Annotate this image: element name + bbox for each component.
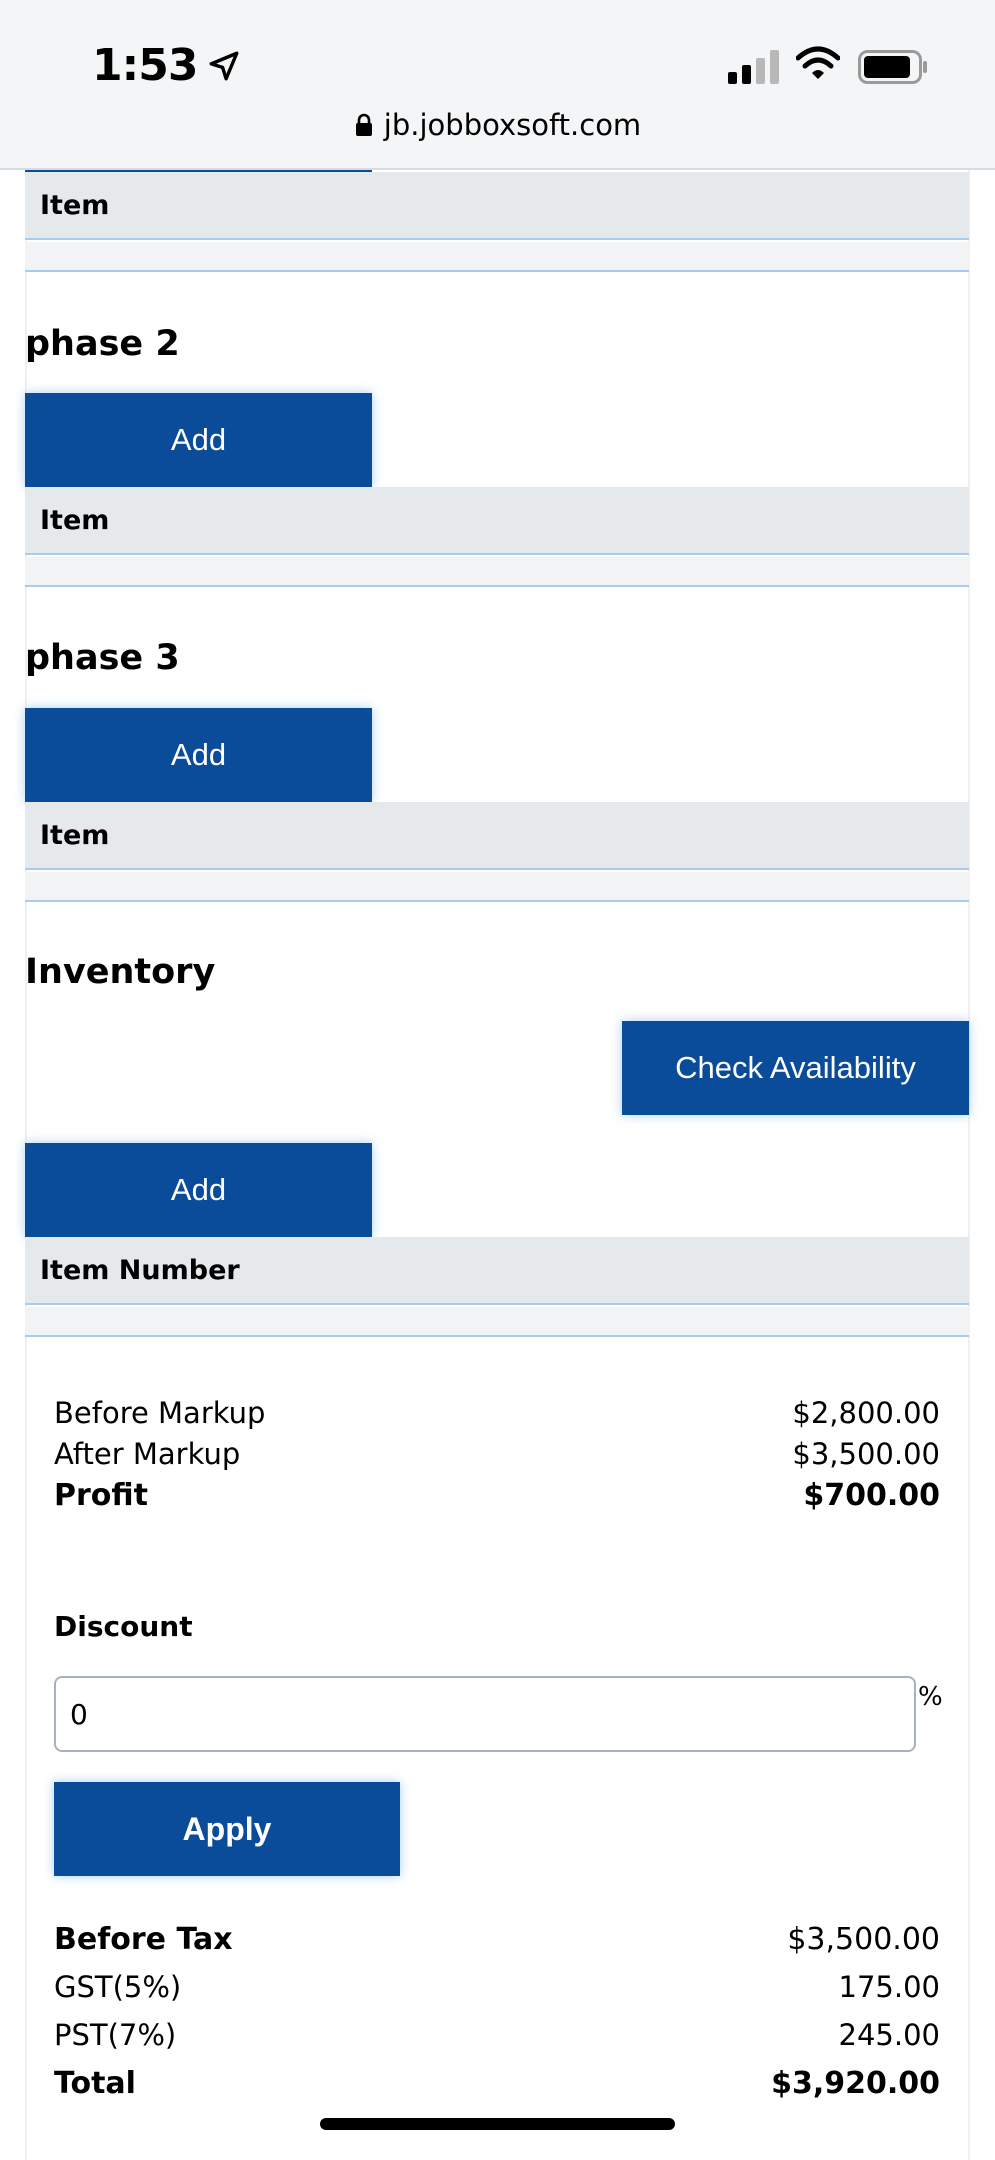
after-markup-value: $3,500.00: [792, 1437, 940, 1471]
after-markup-label: After Markup: [54, 1437, 241, 1471]
phase2-empty-row: [25, 557, 969, 587]
phase2-add-button[interactable]: Add: [25, 393, 372, 487]
phase1-column-header: Item: [25, 172, 969, 240]
address-bar[interactable]: jb.jobboxsoft.com: [0, 108, 995, 142]
clock: 1:53: [92, 40, 241, 91]
before-tax-row: Before Tax $3,500.00: [54, 1922, 940, 1957]
phase3-add-button[interactable]: Add: [25, 708, 372, 802]
pst-row: PST(7%) 245.00: [54, 2018, 940, 2052]
right-border: [968, 170, 970, 2160]
before-markup-row: Before Markup $2,800.00: [54, 1396, 940, 1430]
phase2-column-header: Item: [25, 487, 969, 555]
total-value: $3,920.00: [771, 2066, 940, 2101]
inventory-title: Inventory: [25, 952, 216, 992]
phase2-title: phase 2: [25, 324, 180, 364]
phase3-empty-row: [25, 872, 969, 902]
apply-button[interactable]: Apply: [54, 1782, 400, 1876]
total-label: Total: [54, 2066, 136, 2101]
profit-label: Profit: [54, 1478, 148, 1513]
discount-input[interactable]: [54, 1676, 916, 1752]
before-tax-value: $3,500.00: [787, 1922, 940, 1957]
page-content: Item phase 2 Add Item phase 3 Add Item I…: [0, 0, 995, 2160]
url-text: jb.jobboxsoft.com: [383, 108, 642, 142]
phase1-empty-row: [25, 242, 969, 272]
profit-row: Profit $700.00: [54, 1478, 940, 1513]
profit-value: $700.00: [803, 1478, 940, 1513]
gst-value: 175.00: [838, 1970, 940, 2004]
cellular-signal-icon: [728, 50, 779, 84]
phase3-title: phase 3: [25, 638, 180, 678]
after-markup-row: After Markup $3,500.00: [54, 1437, 940, 1471]
inventory-empty-row: [25, 1307, 969, 1337]
location-arrow-icon: [210, 51, 239, 80]
home-indicator[interactable]: [320, 2118, 675, 2130]
pst-label: PST(7%): [54, 2018, 177, 2052]
percent-unit: %: [918, 1682, 943, 1712]
inventory-add-button[interactable]: Add: [25, 1143, 372, 1237]
lock-icon: [355, 113, 372, 136]
discount-label: Discount: [54, 1610, 193, 1643]
before-tax-label: Before Tax: [54, 1922, 233, 1957]
phase3-column-header: Item: [25, 802, 969, 870]
before-markup-value: $2,800.00: [792, 1396, 940, 1430]
pst-value: 245.00: [838, 2018, 940, 2052]
gst-label: GST(5%): [54, 1970, 182, 2004]
wifi-icon: [796, 46, 840, 79]
status-bar: 1:53 jb.jobboxsoft.com: [0, 0, 995, 170]
gst-row: GST(5%) 175.00: [54, 1970, 940, 2004]
total-row: Total $3,920.00: [54, 2066, 940, 2101]
clock-time: 1:53: [92, 40, 198, 91]
battery-icon: [858, 50, 927, 84]
check-availability-button[interactable]: Check Availability: [622, 1021, 969, 1115]
before-markup-label: Before Markup: [54, 1396, 266, 1430]
inventory-column-header: Item Number: [25, 1237, 969, 1305]
